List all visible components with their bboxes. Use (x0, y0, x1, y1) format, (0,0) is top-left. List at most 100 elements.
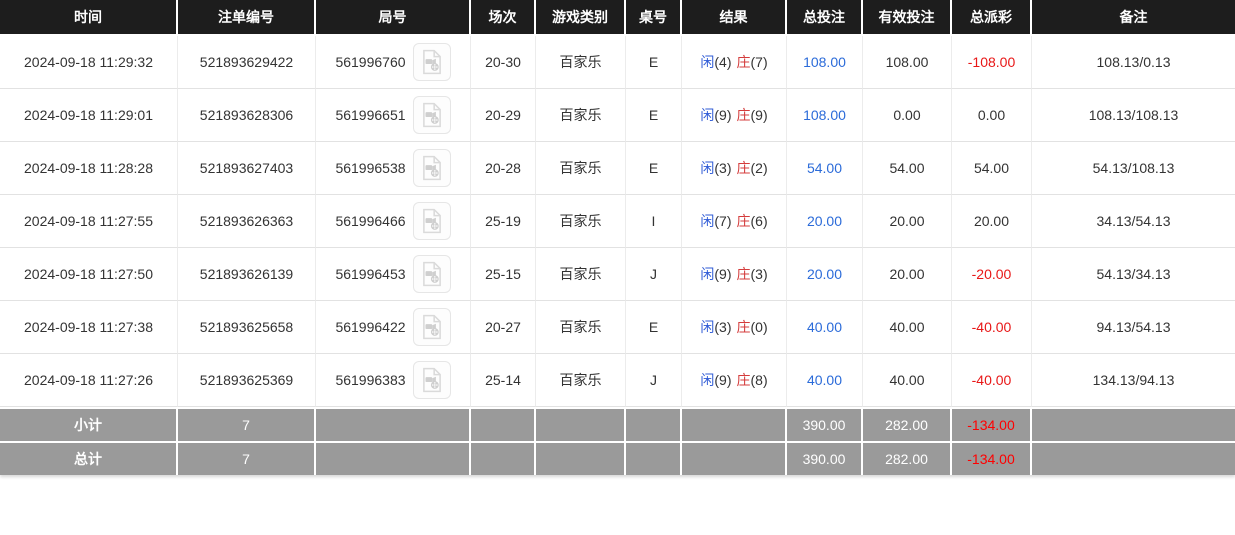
video-replay-button[interactable] (413, 308, 451, 346)
result-player-score: (4) (714, 54, 731, 70)
result-player-label: 闲 (700, 213, 714, 229)
table-row: 2024-09-18 11:27:26 521893625369 5619963… (0, 354, 1235, 407)
cell-valid-bet: 108.00 (863, 36, 952, 89)
round-id-group: 561996383 (316, 361, 470, 399)
result-banker-label: 庄 (737, 54, 751, 70)
cell-valid-bet: 40.00 (863, 301, 952, 354)
cell-round-id: 561996383 (316, 354, 471, 407)
round-id-text: 561996453 (335, 266, 405, 282)
footer-empty-cell (1032, 441, 1235, 475)
result-player-label: 闲 (700, 319, 714, 335)
cell-valid-bet: 20.00 (863, 248, 952, 301)
footer-empty-cell (682, 407, 787, 441)
video-replay-button[interactable] (413, 43, 451, 81)
cell-round-id: 561996466 (316, 195, 471, 248)
result-player-score: (7) (714, 213, 731, 229)
cell-time: 2024-09-18 11:27:26 (0, 354, 178, 407)
table-body: 2024-09-18 11:29:32 521893629422 5619967… (0, 36, 1235, 407)
column-header-round-id: 局号 (316, 0, 471, 36)
table-row: 2024-09-18 11:27:50 521893626139 5619964… (0, 248, 1235, 301)
result-player-score: (9) (714, 372, 731, 388)
video-replay-button[interactable] (413, 361, 451, 399)
video-file-icon (419, 314, 445, 340)
cell-payout: -108.00 (952, 36, 1032, 89)
column-header-table-no: 桌号 (626, 0, 682, 36)
table-row: 2024-09-18 11:28:28 521893627403 5619965… (0, 142, 1235, 195)
header-row: 时间 注单编号 局号 场次 游戏类别 桌号 结果 总投注 有效投注 总派彩 备注 (0, 0, 1235, 36)
cell-result: 闲(9)庄(9) (682, 89, 787, 142)
column-header-remark: 备注 (1032, 0, 1235, 36)
result-player-label: 闲 (700, 160, 714, 176)
cell-bet-id: 521893628306 (178, 89, 316, 142)
result-banker-score: (3) (751, 266, 768, 282)
cell-session: 20-29 (471, 89, 536, 142)
footer-empty-cell (471, 407, 536, 441)
cell-bet-id: 521893626363 (178, 195, 316, 248)
result-player-label: 闲 (700, 266, 714, 282)
result-player-score: (3) (714, 319, 731, 335)
cell-total-bet: 20.00 (787, 248, 863, 301)
cell-remark: 134.13/94.13 (1032, 354, 1235, 407)
column-header-total-bet: 总投注 (787, 0, 863, 36)
subtotal-valid-bet: 282.00 (863, 407, 952, 441)
round-id-text: 561996651 (335, 107, 405, 123)
round-id-text: 561996466 (335, 213, 405, 229)
result-player-label: 闲 (700, 372, 714, 388)
footer-empty-cell (316, 407, 471, 441)
result-player-label: 闲 (700, 107, 714, 123)
result-banker-score: (7) (751, 54, 768, 70)
result-player-label: 闲 (700, 54, 714, 70)
footer-empty-cell (1032, 407, 1235, 441)
cell-round-id: 561996538 (316, 142, 471, 195)
result-banker-label: 庄 (737, 213, 751, 229)
cell-result: 闲(9)庄(3) (682, 248, 787, 301)
cell-game-type: 百家乐 (536, 301, 626, 354)
cell-session: 25-14 (471, 354, 536, 407)
grand-total-label: 总计 (0, 441, 178, 475)
video-file-icon (419, 102, 445, 128)
round-id-text: 561996760 (335, 54, 405, 70)
cell-result: 闲(3)庄(0) (682, 301, 787, 354)
result-banker-score: (2) (751, 160, 768, 176)
cell-payout: 20.00 (952, 195, 1032, 248)
column-header-bet-id: 注单编号 (178, 0, 316, 36)
round-id-group: 561996538 (316, 149, 470, 187)
subtotal-label: 小计 (0, 407, 178, 441)
subtotal-total-bet: 390.00 (787, 407, 863, 441)
cell-total-bet: 20.00 (787, 195, 863, 248)
column-header-time: 时间 (0, 0, 178, 36)
video-file-icon (419, 261, 445, 287)
video-replay-button[interactable] (413, 149, 451, 187)
round-id-group: 561996422 (316, 308, 470, 346)
result-player-score: (9) (714, 266, 731, 282)
cell-time: 2024-09-18 11:27:38 (0, 301, 178, 354)
footer-empty-cell (626, 407, 682, 441)
cell-table-no: E (626, 301, 682, 354)
footer-empty-cell (536, 407, 626, 441)
video-replay-button[interactable] (413, 96, 451, 134)
column-header-session: 场次 (471, 0, 536, 36)
footer-empty-cell (682, 441, 787, 475)
cell-total-bet: 40.00 (787, 354, 863, 407)
table-header: 时间 注单编号 局号 场次 游戏类别 桌号 结果 总投注 有效投注 总派彩 备注 (0, 0, 1235, 36)
cell-result: 闲(4) 庄(7) (682, 36, 787, 89)
cell-game-type: 百家乐 (536, 89, 626, 142)
cell-bet-id: 521893625369 (178, 354, 316, 407)
round-id-group: 561996760 (316, 43, 470, 81)
round-id-group: 561996651 (316, 96, 470, 134)
cell-game-type: 百家乐 (536, 354, 626, 407)
result-banker-score: (0) (751, 319, 768, 335)
bet-records-table: 时间 注单编号 局号 场次 游戏类别 桌号 结果 总投注 有效投注 总派彩 备注… (0, 0, 1235, 475)
video-replay-button[interactable] (413, 202, 451, 240)
table-row: 2024-09-18 11:27:55 521893626363 5619964… (0, 195, 1235, 248)
cell-remark: 34.13/54.13 (1032, 195, 1235, 248)
cell-round-id: 561996453 (316, 248, 471, 301)
column-header-payout: 总派彩 (952, 0, 1032, 36)
cell-session: 20-27 (471, 301, 536, 354)
cell-session: 20-30 (471, 36, 536, 89)
footer-empty-cell (626, 441, 682, 475)
cell-remark: 108.13/108.13 (1032, 89, 1235, 142)
footer-empty-cell (536, 441, 626, 475)
video-replay-button[interactable] (413, 255, 451, 293)
video-file-icon (419, 208, 445, 234)
